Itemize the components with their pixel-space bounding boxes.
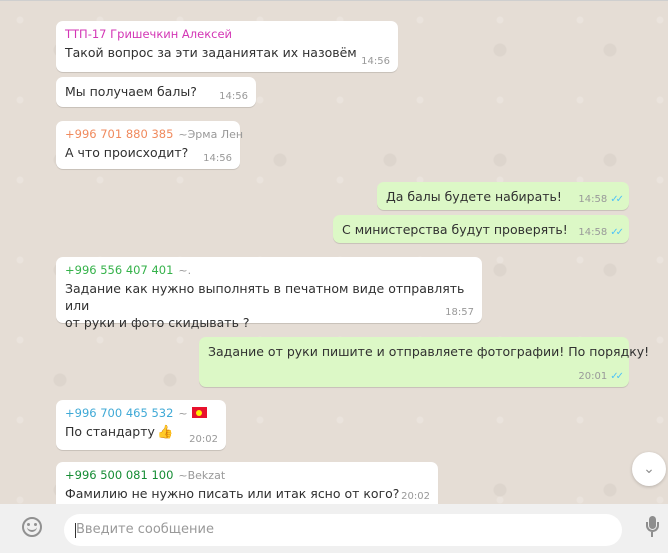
sender-phone: +996 701 880 385 xyxy=(65,127,174,141)
double-check-icon: ✓✓ xyxy=(610,194,624,205)
sender-alias: ~Эрма Лен xyxy=(178,128,244,141)
message-time: 20:02 xyxy=(189,434,218,445)
sender-alias: ~Bekzat xyxy=(178,469,226,482)
message-incoming[interactable]: ТТП-17 Гришечкин Алексей Такой вопрос за… xyxy=(56,21,398,72)
message-outgoing[interactable]: Задание от руки пишите и отправляете фот… xyxy=(199,337,650,387)
chat-panel: ТТП-17 Гришечкин Алексей Такой вопрос за… xyxy=(0,0,668,504)
message-time: 14:56 xyxy=(219,91,248,102)
message-time: 18:57 xyxy=(445,307,474,318)
smiley-icon[interactable] xyxy=(22,517,42,537)
chevron-down-icon: ⌄ xyxy=(643,461,655,477)
sender-phone: +996 556 407 401 xyxy=(65,263,174,277)
message-outgoing[interactable]: С министерства будут проверять! 14:58 ✓✓ xyxy=(333,215,629,243)
message-text: Такой вопрос за эти заданиятак их назовё… xyxy=(65,45,357,60)
message-time: 14:58 ✓✓ xyxy=(578,227,624,238)
message-incoming[interactable]: +996 700 465 532 ~ По стандарту 👍 20:02 xyxy=(56,400,226,450)
kyrgyzstan-flag-icon xyxy=(191,407,207,418)
divider xyxy=(0,0,668,1)
message-incoming[interactable]: +996 701 880 385 ~Эрма Лен А что происход… xyxy=(56,121,244,169)
microphone-icon[interactable] xyxy=(646,516,659,540)
text-caret xyxy=(75,523,76,538)
message-text-line: от руки и фото скидывать ? xyxy=(65,315,250,330)
message-input[interactable]: Введите сообщение xyxy=(64,514,622,546)
message-time: 20:01 ✓✓ xyxy=(578,371,624,382)
thumbs-up-icon: 👍 xyxy=(156,425,174,440)
scroll-down-button[interactable]: ⌄ xyxy=(632,452,666,486)
double-check-icon: ✓✓ xyxy=(610,227,624,238)
sender-phone: +996 500 081 100 xyxy=(65,468,174,482)
sender-phone: +996 700 465 532 xyxy=(65,406,174,420)
sender-alias: ~. xyxy=(178,264,192,277)
message-time: 14:58 ✓✓ xyxy=(578,194,624,205)
sender-alias: ~ xyxy=(178,407,188,420)
message-text: Задание от руки пишите и отправляете фот… xyxy=(208,344,650,359)
message-input-placeholder: Введите сообщение xyxy=(76,522,214,537)
double-check-icon: ✓✓ xyxy=(610,371,624,382)
message-incoming[interactable]: +996 556 407 401 ~. Задание как нужно вып… xyxy=(56,257,482,330)
composer-bar: Введите сообщение xyxy=(0,504,668,553)
message-time: 14:56 xyxy=(203,153,232,164)
message-time: 14:56 xyxy=(361,56,390,67)
message-text-line: Задание как нужно выполнять в печатном в… xyxy=(65,281,465,313)
message-time: 20:02 xyxy=(401,491,430,502)
message-text: Фамилию не нужно писать или итак ясно от… xyxy=(65,486,400,501)
message-outgoing[interactable]: Да балы будете набирать! 14:58 ✓✓ xyxy=(377,182,629,210)
message-incoming[interactable]: Мы получаем балы? 14:56 xyxy=(56,77,256,107)
message-text: По стандарту xyxy=(65,424,155,439)
message-incoming[interactable]: +996 500 081 100 ~Bekzat Фамилию не нужно… xyxy=(56,462,438,504)
sender-name: ТТП-17 Гришечкин Алексей xyxy=(65,27,233,41)
